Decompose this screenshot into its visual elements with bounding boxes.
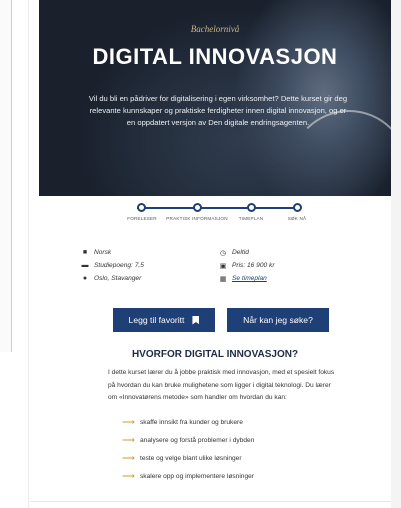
when-can-i-apply-button[interactable]: Når kan jeg søke? bbox=[227, 308, 329, 332]
money-icon: ▣ bbox=[219, 262, 227, 270]
fact-language: ■ Norsk bbox=[82, 249, 112, 256]
step-label-praktisk[interactable]: PRAKTISK INFORMASJON bbox=[166, 216, 227, 221]
arrow-right-icon: ⟶ bbox=[122, 452, 135, 463]
arrow-right-icon: ⟶ bbox=[122, 470, 135, 481]
fact-schedule[interactable]: ▦ Se timeplan bbox=[219, 272, 275, 285]
list-item: ⟶ skaffe innsikt fra kunder og brukere bbox=[122, 416, 243, 427]
left-column-edge bbox=[0, 0, 12, 352]
step-label-foreleser[interactable]: FORELESER bbox=[127, 216, 157, 221]
step-label-sok[interactable]: SØK NÅ bbox=[288, 216, 307, 221]
step-dot-foreleser[interactable] bbox=[137, 203, 146, 212]
method-list: ⟶ skaffe innsikt fra kunder og brukere ⟶… bbox=[122, 413, 352, 485]
add-favorite-button[interactable]: Legg til favoritt bbox=[113, 308, 215, 332]
list-item: ⟶ skalere opp og implementere løsninger bbox=[122, 470, 254, 481]
flag-icon: ■ bbox=[82, 249, 88, 256]
calendar-icon: ▦ bbox=[219, 275, 227, 283]
arrow-right-icon: ⟶ bbox=[122, 416, 135, 427]
section-stepper: FORELESER PRAKTISK INFORMASJON TIMEPLAN … bbox=[127, 202, 309, 224]
hero-banner: Bachelornivå DIGITAL INNOVASJON Vil du b… bbox=[39, 0, 391, 196]
bookmark-icon bbox=[192, 315, 200, 325]
page-title: DIGITAL INNOVASJON bbox=[92, 44, 338, 69]
location-pin-icon: ● bbox=[82, 275, 88, 282]
fact-price: ▣ Pris: 16 900 kr bbox=[219, 262, 275, 270]
clock-icon: ◷ bbox=[219, 249, 227, 257]
step-dot-timeplan[interactable] bbox=[247, 203, 256, 212]
bottom-divider bbox=[30, 501, 391, 502]
step-label-timeplan[interactable]: TIMEPLAN bbox=[239, 216, 264, 221]
step-dot-praktisk[interactable] bbox=[193, 203, 202, 212]
stepper-line bbox=[137, 207, 301, 209]
fact-mode: ◷ Deltid bbox=[219, 249, 249, 257]
course-page: Bachelornivå DIGITAL INNOVASJON Vil du b… bbox=[28, 0, 391, 508]
list-item: ⟶ analysere og forstå problemer i dybden bbox=[122, 434, 255, 445]
list-item: ⟶ teste og velge blant ulike løsninger bbox=[122, 452, 242, 463]
facts-left: ■ Norsk ▬ Studiepoeng: 7,5 ● Oslo, Stava… bbox=[81, 246, 144, 285]
why-intro: I dette kurset lærer du å jobbe praktisk… bbox=[108, 369, 335, 401]
why-heading: HVORFOR DIGITAL INNOVASJON? bbox=[131, 349, 299, 360]
step-dot-sok[interactable] bbox=[293, 203, 302, 212]
fact-credits: ▬ Studiepoeng: 7,5 bbox=[81, 262, 144, 269]
hero-kicker: Bachelornivå bbox=[190, 24, 240, 34]
briefcase-icon: ▬ bbox=[81, 262, 89, 269]
schedule-link[interactable]: Se timeplan bbox=[232, 275, 267, 282]
hero-description: Vil du bli en pådriver for digitaliserin… bbox=[88, 94, 348, 127]
fact-location: ● Oslo, Stavanger bbox=[82, 275, 142, 282]
arrow-right-icon: ⟶ bbox=[122, 434, 135, 445]
facts-right: ◷ Deltid ▣ Pris: 16 900 kr ▦ Se timeplan bbox=[219, 246, 275, 285]
right-scroll-gutter bbox=[391, 0, 401, 508]
